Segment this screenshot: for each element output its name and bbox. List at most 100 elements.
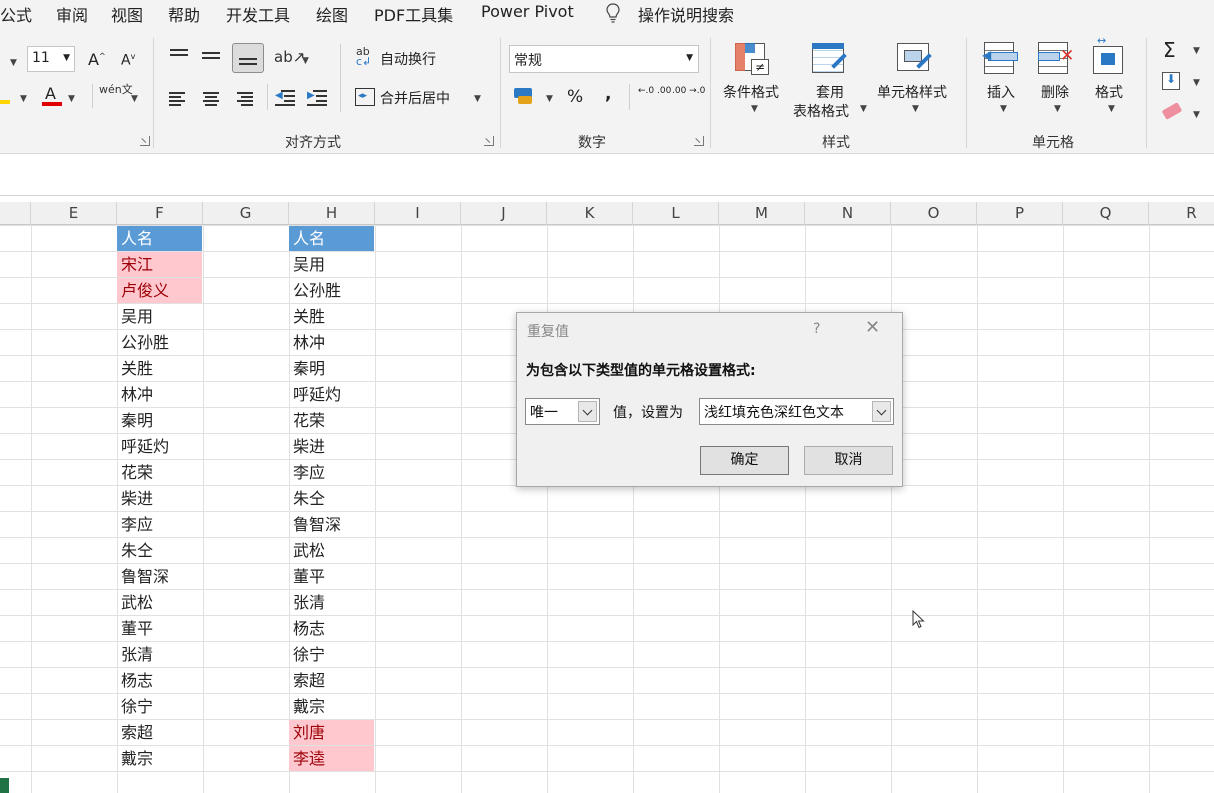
cell-f-12[interactable]: 朱仝 xyxy=(117,538,202,563)
cell-h-5[interactable]: 秦明 xyxy=(289,356,374,381)
column-header-j[interactable]: J xyxy=(461,202,547,225)
column-header-o[interactable]: O xyxy=(891,202,977,225)
cell-f-1[interactable]: 宋江 xyxy=(117,252,202,277)
cell-f-10[interactable]: 柴进 xyxy=(117,486,202,511)
font-name-dropdown[interactable]: ▼ xyxy=(10,58,17,68)
cell-f-8[interactable]: 呼延灼 xyxy=(117,434,202,459)
cell-h-1[interactable]: 吴用 xyxy=(289,252,374,277)
alignment-dialog-launcher[interactable] xyxy=(484,136,494,146)
align-left-icon[interactable] xyxy=(169,92,189,106)
close-icon[interactable]: ✕ xyxy=(865,317,880,338)
column-header-i[interactable]: I xyxy=(375,202,461,225)
fill-dropdown[interactable]: ▼ xyxy=(1193,78,1200,88)
merge-center-button[interactable]: 合并后居中 xyxy=(380,88,450,108)
cell-h-19[interactable]: 刘唐 xyxy=(289,720,374,745)
decrease-indent-icon[interactable]: ◀ xyxy=(275,90,295,106)
middle-align-icon[interactable] xyxy=(200,46,222,64)
increase-decimal-button[interactable]: ←.0 .00 xyxy=(638,86,671,96)
merge-dropdown[interactable]: ▼ xyxy=(474,94,481,104)
cell-f-3[interactable]: 吴用 xyxy=(117,304,202,329)
insert-dropdown[interactable]: ▼ xyxy=(1000,104,1007,114)
cell-f-18[interactable]: 徐宁 xyxy=(117,694,202,719)
accounting-format-icon[interactable] xyxy=(514,88,534,104)
format-button[interactable]: 格式 xyxy=(1095,82,1123,102)
format-as-table-icon[interactable] xyxy=(812,43,848,77)
cell-styles-dropdown[interactable]: ▼ xyxy=(912,104,919,114)
menu-pdf-tools[interactable]: PDF工具集 xyxy=(374,2,453,26)
format-dropdown[interactable]: ▼ xyxy=(1108,104,1115,114)
cell-h-6[interactable]: 呼延灼 xyxy=(289,382,374,407)
number-format-dropdown[interactable]: 常规 ▼ xyxy=(509,45,699,73)
help-button[interactable]: ? xyxy=(813,321,820,337)
column-header-n[interactable]: N xyxy=(805,202,891,225)
autosum-dropdown[interactable]: ▼ xyxy=(1193,46,1200,56)
bottom-align-icon[interactable] xyxy=(232,43,264,73)
merge-center-icon[interactable]: ◂▸ xyxy=(355,88,375,106)
column-header-m[interactable]: M xyxy=(719,202,805,225)
column-header-h[interactable]: H xyxy=(289,202,375,225)
cell-f-6[interactable]: 林冲 xyxy=(117,382,202,407)
column-header-g[interactable]: G xyxy=(203,202,289,225)
menu-help[interactable]: 帮助 xyxy=(168,2,200,26)
menu-review[interactable]: 审阅 xyxy=(56,2,88,26)
column-header-q[interactable]: Q xyxy=(1063,202,1149,225)
phonetic-dropdown[interactable]: ▼ xyxy=(131,94,138,104)
cell-h-16[interactable]: 徐宁 xyxy=(289,642,374,667)
font-size-box[interactable]: 11 ▼ xyxy=(27,46,75,72)
cell-h-15[interactable]: 杨志 xyxy=(289,616,374,641)
format-as-table-line1[interactable]: 套用 xyxy=(816,82,844,102)
conditional-formatting-icon[interactable]: ≠ xyxy=(735,43,771,77)
comma-style-button[interactable]: , xyxy=(605,84,611,104)
column-header-k[interactable]: K xyxy=(547,202,633,225)
cell-f-20[interactable]: 戴宗 xyxy=(117,746,202,771)
cell-h-14[interactable]: 张清 xyxy=(289,590,374,615)
increase-indent-icon[interactable]: ▶ xyxy=(307,90,327,106)
format-cells-icon[interactable]: ↔ xyxy=(1093,34,1129,76)
fill-color-dropdown[interactable]: ▼ xyxy=(20,94,27,104)
cell-styles-icon[interactable] xyxy=(897,43,933,77)
delete-button[interactable]: 删除 xyxy=(1041,82,1069,102)
cell-h-2[interactable]: 公孙胜 xyxy=(289,278,374,303)
menu-view[interactable]: 视图 xyxy=(111,2,143,26)
fill-color-icon[interactable] xyxy=(0,88,10,104)
column-header-l[interactable]: L xyxy=(633,202,719,225)
number-dialog-launcher[interactable] xyxy=(694,136,704,146)
insert-button[interactable]: 插入 xyxy=(987,82,1015,102)
percent-style-button[interactable]: % xyxy=(567,87,583,107)
cell-h-4[interactable]: 林冲 xyxy=(289,330,374,355)
cell-h-20[interactable]: 李逵 xyxy=(289,746,374,771)
grow-font-button[interactable]: A^ xyxy=(88,50,106,69)
column-header-r[interactable]: R xyxy=(1149,202,1214,225)
font-color-button[interactable]: A xyxy=(42,84,62,106)
wrap-text-icon[interactable]: ab c↲ xyxy=(356,45,374,68)
ok-button[interactable]: 确定 xyxy=(700,446,789,475)
menu-formulas[interactable]: 公式 xyxy=(0,2,32,26)
font-dialog-launcher[interactable] xyxy=(140,136,150,146)
top-align-icon[interactable] xyxy=(168,46,190,64)
column-header-f[interactable]: F xyxy=(117,202,203,225)
cell-f-13[interactable]: 鲁智深 xyxy=(117,564,202,589)
conditional-dropdown[interactable]: ▼ xyxy=(751,104,758,114)
orientation-dropdown[interactable]: ▼ xyxy=(302,56,309,66)
align-right-icon[interactable] xyxy=(237,92,257,106)
delete-dropdown[interactable]: ▼ xyxy=(1054,104,1061,114)
cell-f-19[interactable]: 索超 xyxy=(117,720,202,745)
cell-f-header[interactable]: 人名 xyxy=(117,226,202,251)
insert-cells-icon[interactable]: ◀ xyxy=(982,42,1020,76)
cell-h-11[interactable]: 鲁智深 xyxy=(289,512,374,537)
cell-styles-button[interactable]: 单元格样式 xyxy=(877,82,947,102)
cell-h-12[interactable]: 武松 xyxy=(289,538,374,563)
eraser-icon[interactable] xyxy=(1161,102,1183,120)
cell-f-14[interactable]: 武松 xyxy=(117,590,202,615)
shrink-font-button[interactable]: Av xyxy=(121,52,135,69)
cell-h-9[interactable]: 李应 xyxy=(289,460,374,485)
clear-dropdown[interactable]: ▼ xyxy=(1193,110,1200,120)
conditional-formatting-button[interactable]: 条件格式 xyxy=(723,82,779,102)
cell-f-16[interactable]: 张清 xyxy=(117,642,202,667)
cell-f-4[interactable]: 公孙胜 xyxy=(117,330,202,355)
wrap-text-button[interactable]: 自动换行 xyxy=(380,49,436,69)
format-style-select[interactable]: 浅红填充色深红色文本 xyxy=(699,398,894,425)
font-color-dropdown[interactable]: ▼ xyxy=(68,94,75,104)
select-all-corner[interactable] xyxy=(0,202,31,225)
cell-h-header[interactable]: 人名 xyxy=(289,226,374,251)
